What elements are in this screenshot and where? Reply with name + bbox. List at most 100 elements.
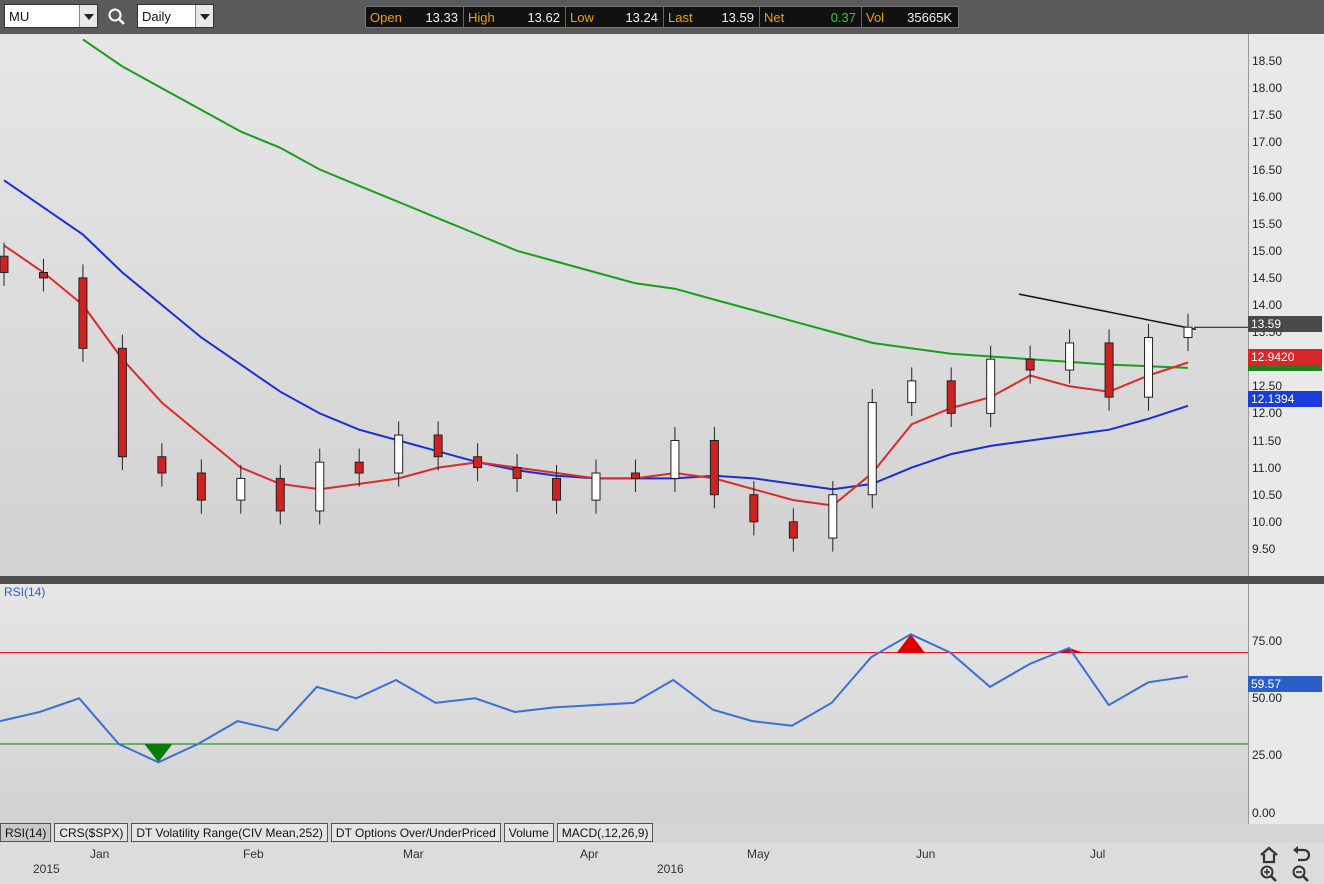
tab-volume[interactable]: Volume [503,823,554,842]
undo-icon[interactable] [1290,845,1312,865]
price-tick-label: 10.50 [1252,487,1283,502]
quote-bar: Open 13.33 High 13.62 Low 13.24 Last 13.… [365,6,959,28]
candle-body [0,255,9,273]
rsi-overbought-fill [896,634,925,653]
candle-body [1183,326,1193,339]
tab-macd[interactable]: MACD(,12,26,9) [556,823,654,842]
rsi-title: RSI(14) [4,585,46,599]
month-label-jan: Jan [90,847,110,861]
month-label-mar: Mar [403,847,424,861]
candle-body [867,402,877,496]
price-tick-label: 17.00 [1252,135,1283,150]
candle-body [788,521,798,539]
quote-vol: Vol 35665K [862,7,958,27]
candle-body [907,380,917,404]
price-tick-label: 10.00 [1252,514,1283,529]
search-icon[interactable] [107,7,127,27]
year-label-2016: 2016 [657,862,684,876]
candle-body [38,271,48,279]
candle-body [236,477,246,501]
year-label-2015: 2015 [33,862,60,876]
tab-volatility-range[interactable]: DT Volatility Range(CIV Mean,252) [131,823,328,842]
ma-slow-line [82,38,1189,369]
candle-body [394,434,404,474]
tab-rsi[interactable]: RSI(14) [0,823,52,842]
price-tick-label: 16.00 [1252,189,1283,204]
price-tick-label: 11.50 [1252,433,1282,448]
symbol-dropdown-arrow-icon[interactable] [79,5,97,27]
price-tick-label: 9.50 [1252,541,1276,556]
quote-low-value: 13.24 [625,9,658,25]
home-icon[interactable] [1258,845,1280,865]
price-tick-label: 14.50 [1252,270,1283,285]
month-label-may: May [747,847,770,861]
month-label-jun: Jun [916,847,936,861]
tab-crs[interactable]: CRS($SPX) [54,823,129,842]
price-tick-label: 16.50 [1252,162,1283,177]
trendline [1018,293,1197,331]
rsi-tick-label: 25.00 [1252,748,1283,763]
quote-low: Low 13.24 [566,7,664,27]
candle-body [196,472,206,501]
zoom-out-icon[interactable] [1290,864,1312,884]
zoom-in-icon[interactable] [1258,864,1280,884]
candle-body [709,440,719,496]
quote-net: Net 0.37 [760,7,862,27]
quote-vol-label: Vol [866,9,885,25]
candle-body [1025,358,1035,371]
quote-open-value: 13.33 [425,9,458,25]
price-tick-label: 18.00 [1252,81,1283,96]
quote-open-label: Open [370,9,402,25]
indicator-tabs: RSI(14) CRS($SPX) DT Volatility Range(CI… [0,823,656,843]
price-tick-label: 15.00 [1252,243,1283,258]
candle-body [1065,342,1075,371]
symbol-combobox[interactable]: MU [4,4,98,28]
quote-last-label: Last [668,9,693,25]
month-label-apr: Apr [580,847,599,861]
rsi-chart[interactable] [0,584,1248,824]
rsi-tick-label: 0.00 [1252,805,1276,820]
quote-high-value: 13.62 [527,9,560,25]
symbol-value[interactable]: MU [9,9,29,24]
candle-body [552,477,562,501]
candle-body [986,358,996,414]
rsi-oversold-fill [144,744,173,763]
candle-body [473,456,483,469]
month-label-jul: Jul [1090,847,1106,861]
candle-body [1104,342,1114,398]
interval-value[interactable]: Daily [142,9,171,24]
interval-dropdown-arrow-icon[interactable] [195,5,213,27]
candle-body [946,380,956,414]
candle-body [749,494,759,523]
candle-body [78,277,88,349]
interval-combobox[interactable]: Daily [137,4,214,28]
price-tick-label: 17.50 [1252,108,1283,123]
ma-fast-tag: 12.9420 [1248,349,1322,365]
ma-mid-tag: 12.1394 [1248,391,1322,407]
ma-mid-line [3,179,1189,491]
last-price-tag: 13.59 [1248,316,1322,332]
candle-body [315,461,325,512]
candle-body [512,467,522,479]
quote-high: High 13.62 [464,7,566,27]
candle-body [591,472,601,501]
quote-last-value: 13.59 [721,9,754,25]
toolbar: MU Daily Open 13.33 High 13.62 Low 13.24… [0,0,1324,34]
quote-high-label: High [468,9,495,25]
quote-low-label: Low [570,9,594,25]
quote-vol-value: 35665K [907,9,952,25]
quote-open: Open 13.33 [366,7,464,27]
price-chart[interactable] [0,34,1248,576]
quote-net-label: Net [764,9,785,25]
ma-slow-tag [1248,365,1322,371]
pane-splitter[interactable] [0,576,1324,584]
quote-net-value: 0.37 [830,9,856,25]
candle-body [433,434,443,458]
price-tick-label: 11.00 [1252,460,1282,475]
candle-body [670,440,680,479]
candle-body [354,461,364,474]
tab-options-over-under[interactable]: DT Options Over/UnderPriced [330,823,501,842]
candle-body [630,472,640,479]
rsi-tick-label: 50.00 [1252,691,1283,706]
rsi-last-tag: 59.57 [1248,676,1322,692]
